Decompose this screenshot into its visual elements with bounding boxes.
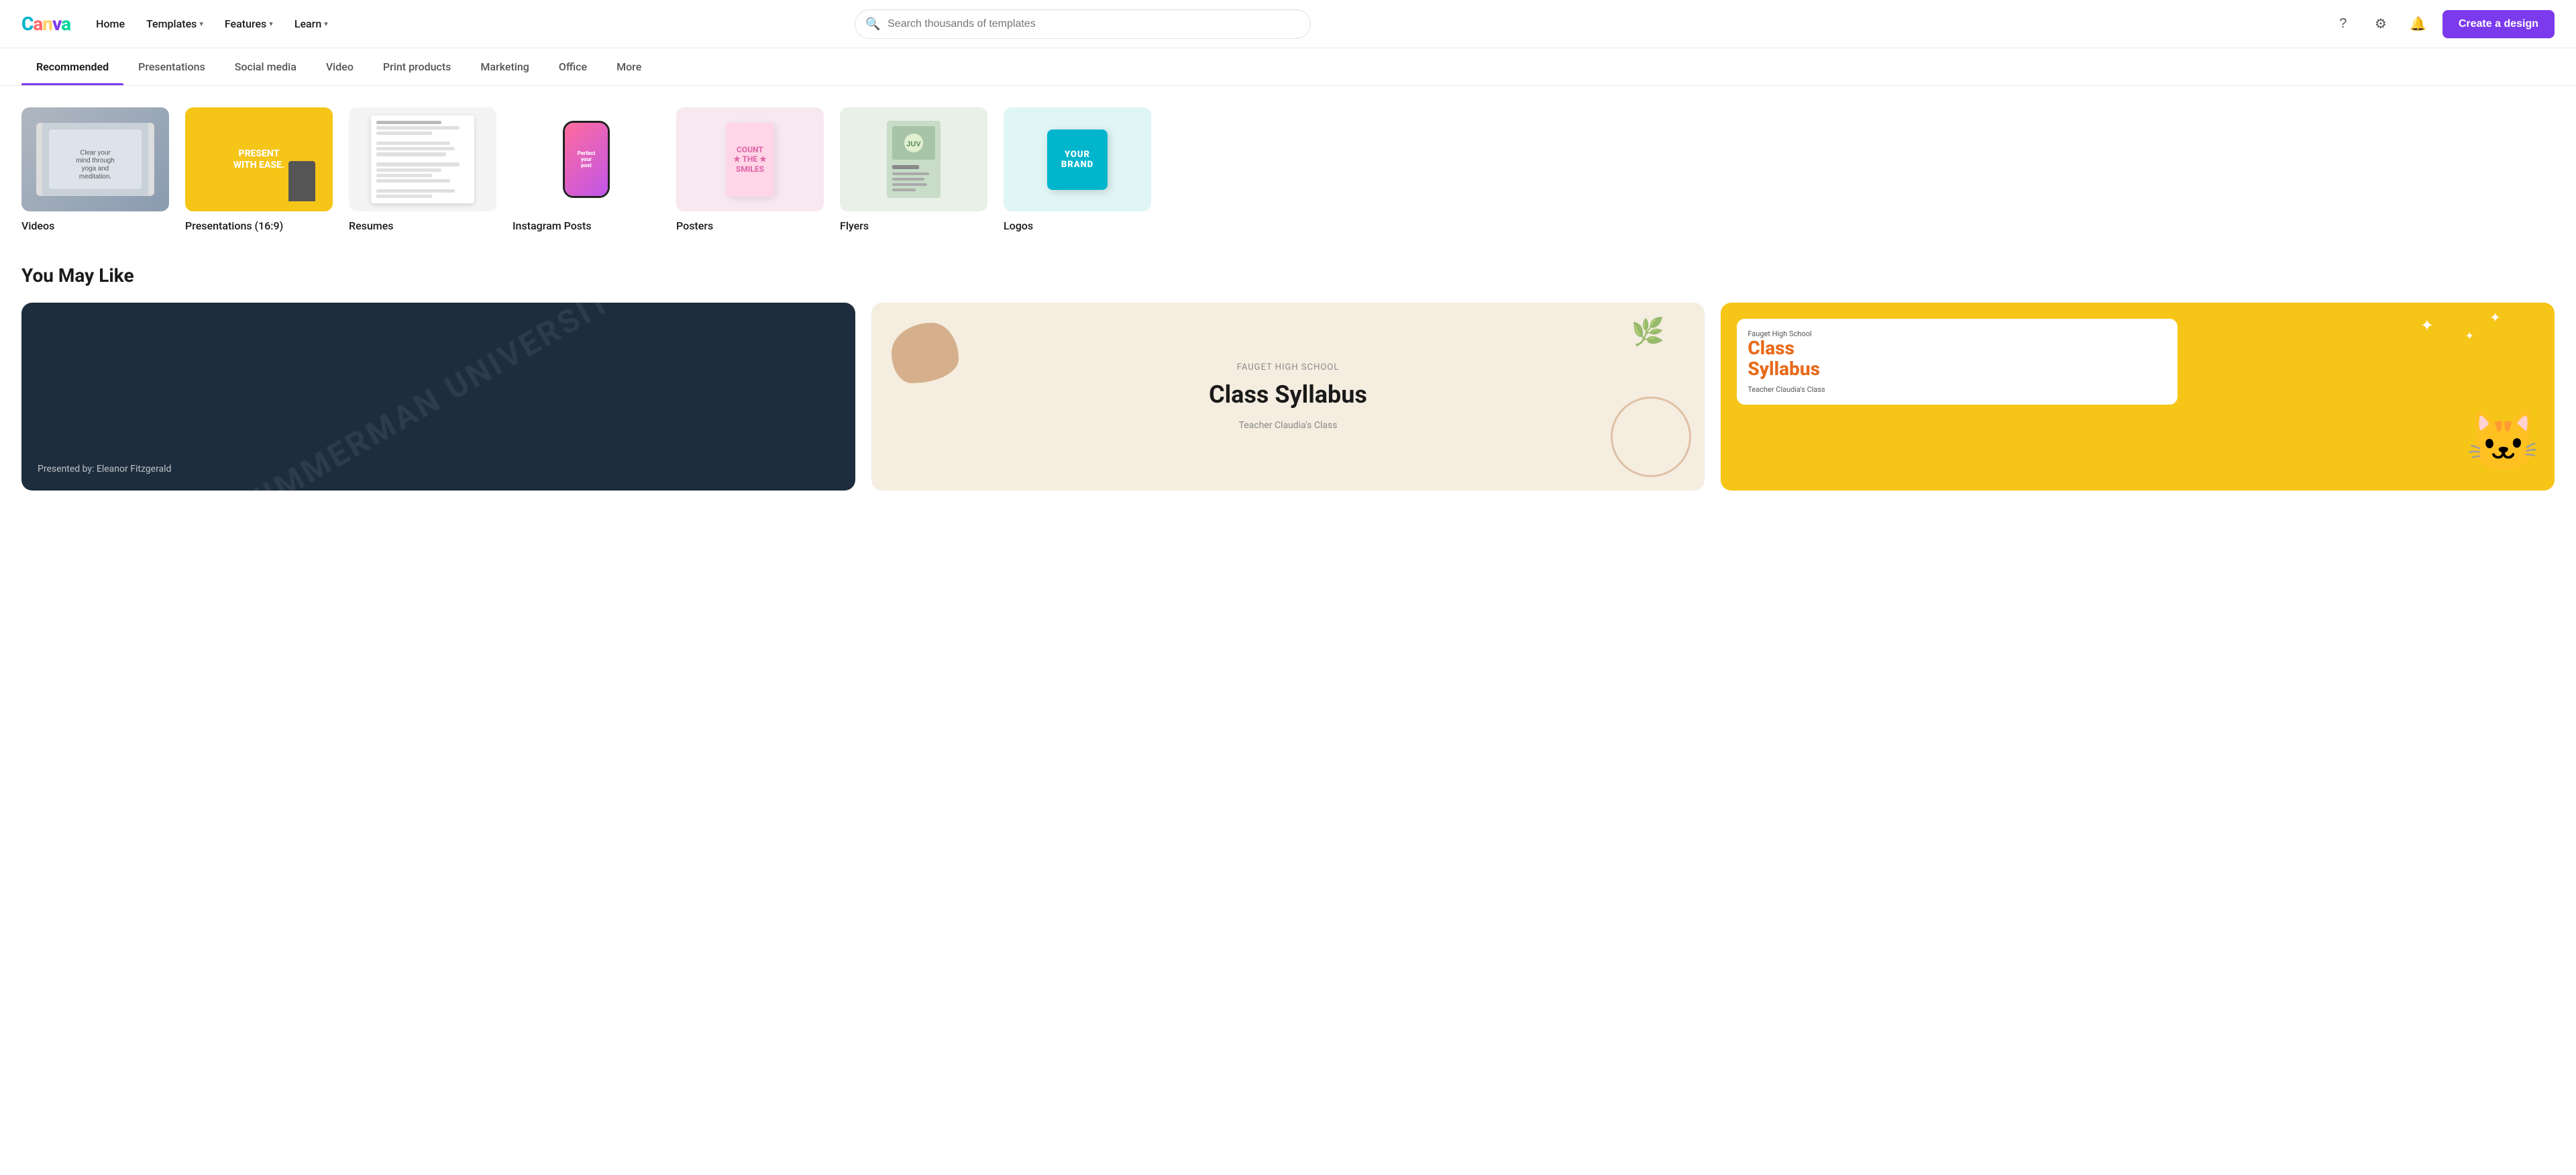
category-label-resumes: Resumes	[349, 219, 394, 232]
category-label-posters: Posters	[676, 219, 713, 232]
teacher-name: Teacher Claudia's Class	[1239, 420, 1338, 431]
card-title-orange: ClassSyllabus	[1748, 338, 2167, 380]
tab-print-products[interactable]: Print products	[368, 48, 466, 85]
help-icon: ?	[2339, 16, 2347, 32]
cat-icon: 🐱	[2466, 407, 2541, 477]
sparkle-decoration-2: ✦	[2465, 329, 2474, 342]
category-presentations[interactable]: PRESENTWITH EASE. Presentations (16:9)	[185, 107, 333, 232]
category-label-videos: Videos	[21, 219, 54, 232]
category-thumb-resumes	[349, 107, 496, 211]
category-thumb-presentations: PRESENTWITH EASE.	[185, 107, 333, 211]
you-may-like-title: You May Like	[21, 264, 2555, 287]
svg-text:yoga and: yoga and	[82, 165, 109, 172]
category-logos[interactable]: YOURBRAND Logos	[1004, 107, 1151, 232]
tab-social-media[interactable]: Social media	[220, 48, 311, 85]
tabs-bar: Recommended Presentations Social media V…	[0, 48, 2576, 86]
category-thumb-flyers: JUV	[840, 107, 987, 211]
tab-more[interactable]: More	[602, 48, 656, 85]
card-title: Class Syllabus	[1209, 380, 1367, 409]
category-thumb-videos: Clear your mind through yoga and meditat…	[21, 107, 169, 211]
categories-grid: Clear your mind through yoga and meditat…	[21, 107, 2555, 238]
template-card-syllabus-yellow[interactable]: ✦ ✦ ✦ Fauget High School ClassSyllabus T…	[1721, 303, 2555, 491]
header-actions: ? ⚙ 🔔 Create a design	[2330, 10, 2555, 38]
main-nav: Home Templates ▾ Features ▾ Learn ▾	[87, 12, 337, 36]
tab-recommended[interactable]: Recommended	[21, 48, 123, 85]
chevron-down-icon: ▾	[199, 19, 203, 28]
card-inner-white: Fauget High School ClassSyllabus Teacher…	[1737, 319, 2178, 405]
search-input[interactable]	[855, 9, 1311, 39]
sparkle-decoration-3: ✦	[2489, 309, 2501, 325]
nav-home[interactable]: Home	[87, 12, 134, 36]
category-thumb-posters: COUNT★ THE ★SMILES	[676, 107, 824, 211]
category-label-instagram: Instagram Posts	[513, 219, 592, 232]
sparkle-decoration: ✦	[2420, 316, 2434, 335]
chevron-down-icon: ▾	[324, 19, 328, 28]
category-thumb-logos: YOURBRAND	[1004, 107, 1151, 211]
help-button[interactable]: ?	[2330, 11, 2357, 38]
search-bar: 🔍	[855, 9, 1311, 39]
category-label-presentations: Presentations (16:9)	[185, 219, 283, 232]
video-preview: Clear your mind through yoga and meditat…	[36, 123, 154, 196]
tab-video[interactable]: Video	[311, 48, 368, 85]
svg-text:Clear your: Clear your	[80, 150, 111, 157]
tab-marketing[interactable]: Marketing	[466, 48, 543, 85]
svg-text:meditation.: meditation.	[79, 173, 111, 181]
gear-icon: ⚙	[2375, 15, 2387, 32]
tab-office[interactable]: Office	[544, 48, 602, 85]
canva-logo[interactable]: Canva	[21, 13, 70, 35]
notifications-button[interactable]: 🔔	[2405, 11, 2432, 38]
category-posters[interactable]: COUNT★ THE ★SMILES Posters	[676, 107, 824, 232]
category-resumes[interactable]: Resumes	[349, 107, 496, 232]
blob-decoration	[892, 323, 959, 383]
svg-text:mind through: mind through	[76, 157, 115, 164]
chevron-down-icon: ▾	[269, 19, 273, 28]
card-subtitle: Presented by: Eleanor Fitzgerald	[38, 464, 171, 474]
settings-button[interactable]: ⚙	[2367, 11, 2394, 38]
tab-presentations[interactable]: Presentations	[123, 48, 220, 85]
svg-text:JUV: JUV	[906, 140, 921, 148]
category-videos[interactable]: Clear your mind through yoga and meditat…	[21, 107, 169, 232]
main-content: Clear your mind through yoga and meditat…	[0, 86, 2576, 523]
nav-learn[interactable]: Learn ▾	[285, 12, 337, 36]
create-design-button[interactable]: Create a design	[2443, 10, 2555, 38]
leaf-decoration: 🌿	[1631, 316, 1665, 348]
bell-icon: 🔔	[2410, 15, 2426, 32]
school-name: FAUGET HIGH SCHOOL	[1237, 362, 1340, 372]
category-label-logos: Logos	[1004, 219, 1033, 232]
category-thumb-instagram: Perfectyourpost	[513, 107, 660, 211]
template-card-syllabus-cream[interactable]: 🌿 FAUGET HIGH SCHOOL Class Syllabus Teac…	[871, 303, 1705, 491]
header: Canva Home Templates ▾ Features ▾ Learn …	[0, 0, 2576, 48]
nav-templates[interactable]: Templates ▾	[137, 12, 213, 36]
teacher-name-sm: Teacher Claudia's Class	[1748, 385, 2167, 394]
template-card-university[interactable]: ZIMMERMAN UNIVERSITY Presented by: Elean…	[21, 303, 855, 491]
you-may-like-grid: ZIMMERMAN UNIVERSITY Presented by: Elean…	[21, 303, 2555, 491]
search-icon: 🔍	[865, 17, 880, 31]
circle-decoration	[1611, 397, 1691, 477]
nav-features[interactable]: Features ▾	[215, 12, 282, 36]
school-name-sm: Fauget High School	[1748, 329, 2167, 338]
category-flyers[interactable]: JUV Flyers	[840, 107, 987, 232]
card-watermark: ZIMMERMAN UNIVERSITY	[238, 303, 639, 491]
category-instagram[interactable]: Perfectyourpost Instagram Posts	[513, 107, 660, 232]
category-label-flyers: Flyers	[840, 219, 869, 232]
